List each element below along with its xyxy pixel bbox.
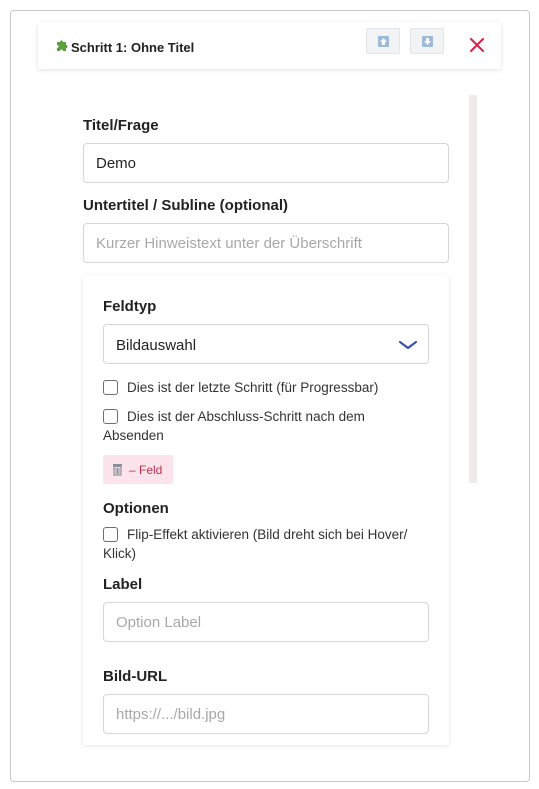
remove-field-label: – Feld [129,463,163,477]
subtitle-input[interactable] [83,223,449,263]
scrollbar[interactable] [469,95,477,483]
last-step-option: Dies ist der letzte Schritt (für Progres… [103,378,429,397]
puzzle-icon [57,40,68,51]
option-label-label: Label [103,576,143,593]
field-type-value: Bildauswahl [116,337,197,354]
image-url-input[interactable] [103,694,429,734]
move-up-button[interactable] [366,28,400,54]
arrow-up-icon [377,35,389,47]
trash-icon [113,464,122,476]
final-step-checkbox[interactable] [103,409,118,424]
close-icon[interactable] [468,36,486,54]
chevron-down-icon [398,340,418,350]
field-type-label: Feldtyp [103,298,157,315]
move-down-button[interactable] [410,28,444,54]
options-label: Optionen [103,500,169,517]
title-input[interactable] [83,143,449,183]
flip-checkbox[interactable] [103,527,118,542]
remove-field-button[interactable]: – Feld [103,455,173,484]
subtitle-label: Untertitel / Subline (optional) [83,197,288,214]
step-title: Schritt 1: Ohne Titel [71,40,195,55]
arrow-down-icon [421,35,433,47]
option-label-input[interactable] [103,602,429,642]
last-step-text: Dies ist der letzte Schritt (für Progres… [127,380,379,395]
flip-option: Flip-Effekt aktivieren (Bild dreht sich … [103,525,433,563]
image-url-label: Bild-URL [103,668,168,685]
title-label: Titel/Frage [83,117,159,134]
final-step-text: Dies ist der Abschluss-Schritt nach dem … [103,409,365,443]
field-type-select[interactable]: Bildauswahl [103,324,429,364]
flip-text: Flip-Effekt aktivieren (Bild dreht sich … [103,527,408,561]
last-step-checkbox[interactable] [103,380,118,395]
final-step-option: Dies ist der Abschluss-Schritt nach dem … [103,407,403,445]
